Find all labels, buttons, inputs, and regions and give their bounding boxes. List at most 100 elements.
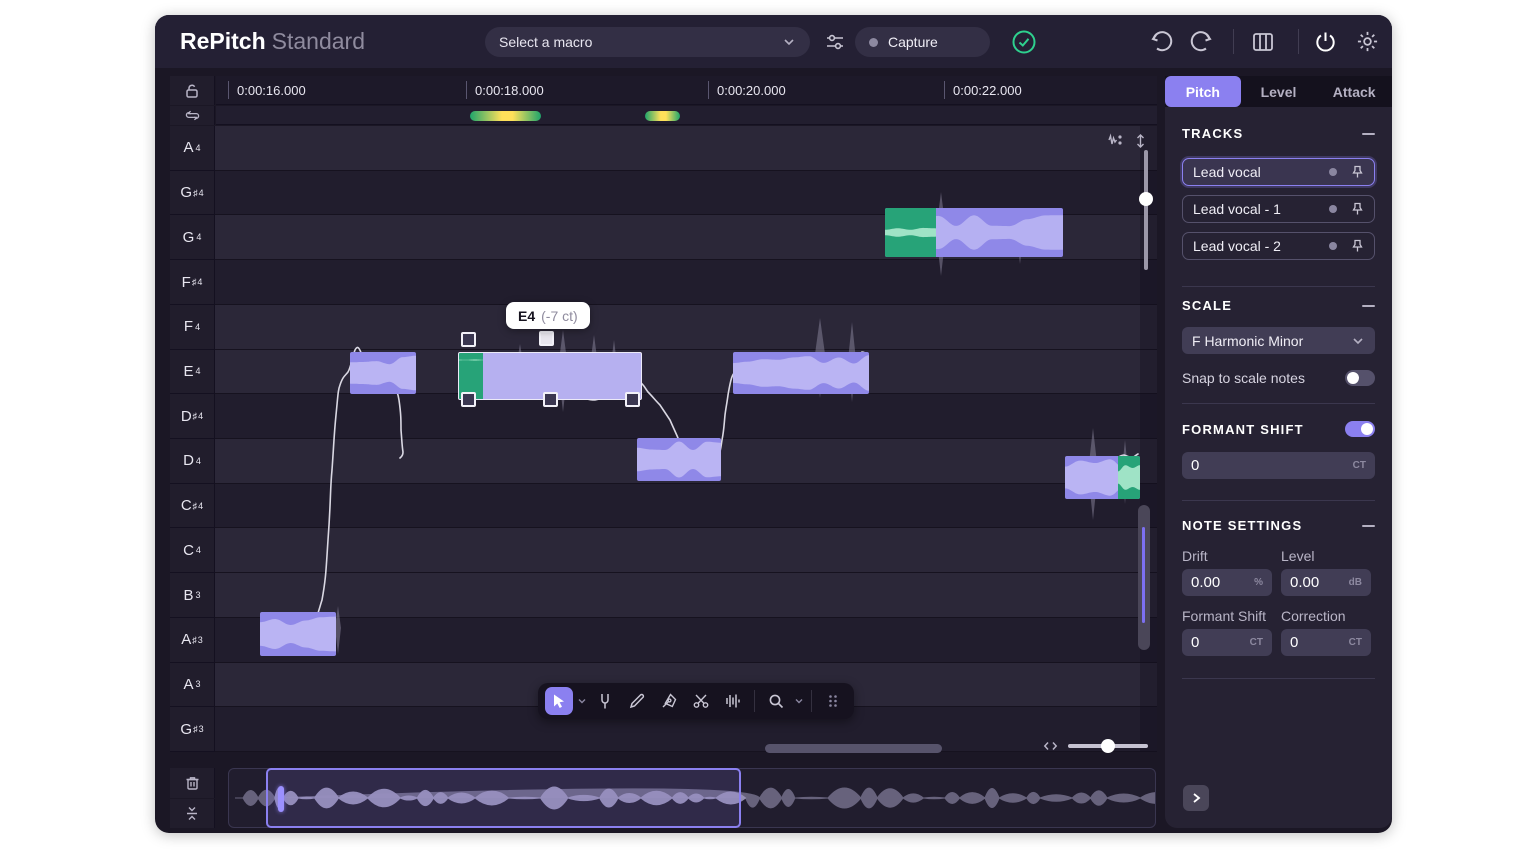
toolbar-drag-handle[interactable] xyxy=(819,687,847,715)
loop-marker[interactable] xyxy=(470,111,541,121)
gear-icon[interactable] xyxy=(1355,29,1380,54)
track-item-lead-vocal-2[interactable]: Lead vocal - 2 xyxy=(1182,232,1375,260)
chevron-down-icon xyxy=(1351,334,1365,348)
note-blob[interactable] xyxy=(260,612,336,656)
loop-marker[interactable] xyxy=(645,111,680,121)
power-button[interactable] xyxy=(1313,29,1338,54)
edit-toolbar xyxy=(538,683,854,719)
collapse-tracks-button[interactable] xyxy=(1362,133,1375,135)
capture-button[interactable]: Capture xyxy=(855,27,990,57)
time-label: 0:00:18.000 xyxy=(475,81,544,98)
note-blob-transition[interactable] xyxy=(885,208,936,257)
tune-tool-button[interactable] xyxy=(591,687,619,715)
macro-select[interactable]: Select a macro xyxy=(485,27,810,57)
note-formant-shift-input[interactable]: 0 CT xyxy=(1182,629,1272,656)
collapse-note-settings-button[interactable] xyxy=(1362,525,1375,527)
zoom-tool-chevron-icon[interactable] xyxy=(794,696,804,706)
zoom-tool-button[interactable] xyxy=(762,687,790,715)
tab-level[interactable]: Level xyxy=(1241,76,1317,107)
horizontal-scrollbar[interactable] xyxy=(765,744,942,753)
vertical-zoom-knob[interactable] xyxy=(1139,192,1153,206)
time-label: 0:00:22.000 xyxy=(953,81,1022,98)
note-label: C4 xyxy=(170,528,215,573)
grid-right-margin xyxy=(1140,126,1157,752)
lock-button[interactable] xyxy=(170,76,215,105)
delete-button[interactable] xyxy=(170,768,215,798)
note-handle-bottom-middle[interactable] xyxy=(543,392,558,407)
note-label: B3 xyxy=(170,573,215,618)
note-blob[interactable] xyxy=(1065,456,1140,499)
vertical-zoom-slider[interactable] xyxy=(1144,150,1148,270)
scale-select[interactable]: F Harmonic Minor xyxy=(1182,327,1375,354)
note-label: E4 xyxy=(170,350,215,395)
undo-button[interactable] xyxy=(1149,29,1174,54)
audio-overview[interactable] xyxy=(228,768,1156,828)
vertical-zoom-icon[interactable] xyxy=(1133,133,1148,149)
note-settings-section-header: NOTE SETTINGS xyxy=(1182,518,1375,533)
expand-panel-button[interactable] xyxy=(1183,785,1209,811)
note-blob[interactable] xyxy=(885,208,1063,257)
track-item-lead-vocal-1[interactable]: Lead vocal - 1 xyxy=(1182,195,1375,223)
drift-input[interactable]: 0.00 % xyxy=(1182,569,1272,596)
collapse-overview-button[interactable] xyxy=(170,799,215,828)
note-label: C♯4 xyxy=(170,484,215,529)
select-tool-button[interactable] xyxy=(545,687,573,715)
horizontal-zoom-slider[interactable] xyxy=(1068,744,1148,748)
pen-tool-button[interactable] xyxy=(655,687,683,715)
time-label: 0:00:16.000 xyxy=(237,81,306,98)
marker-strip[interactable] xyxy=(216,106,1157,125)
note-handle-bottom-right[interactable] xyxy=(625,392,640,407)
overview-selection[interactable] xyxy=(266,768,741,828)
cut-tool-button[interactable] xyxy=(687,687,715,715)
warp-tool-button[interactable] xyxy=(719,687,747,715)
snap-to-scale-row: Snap to scale notes xyxy=(1182,370,1375,386)
note-label: A♯3 xyxy=(170,618,215,663)
pin-icon[interactable] xyxy=(1351,202,1364,216)
note-label: G♯3 xyxy=(170,707,215,752)
status-check-icon xyxy=(1011,29,1037,55)
note-label: G♯4 xyxy=(170,171,215,216)
tooltip-offset: (-7 ct) xyxy=(541,308,578,324)
pin-icon[interactable] xyxy=(1351,165,1364,179)
note-formant-shift-label: Formant Shift xyxy=(1182,608,1266,624)
horizontal-zoom-knob[interactable] xyxy=(1101,739,1115,753)
snap-to-scale-toggle[interactable] xyxy=(1345,370,1375,386)
formant-shift-toggle[interactable] xyxy=(1345,421,1375,437)
tools-divider xyxy=(754,690,755,712)
pencil-tool-button[interactable] xyxy=(623,687,651,715)
tab-pitch[interactable]: Pitch xyxy=(1165,76,1241,107)
note-blob[interactable] xyxy=(733,352,869,394)
loop-button[interactable] xyxy=(170,106,215,125)
toolbar-divider xyxy=(1298,29,1299,54)
note-blob[interactable] xyxy=(637,438,721,481)
capture-status-dot xyxy=(869,38,878,47)
note-blob-transition[interactable] xyxy=(1118,456,1140,499)
right-sidebar: Pitch Level Attack TRACKS Lead vocal Lea… xyxy=(1165,76,1392,828)
time-label: 0:00:20.000 xyxy=(717,81,786,98)
correction-input[interactable]: 0 CT xyxy=(1281,629,1371,656)
note-label: D♯4 xyxy=(170,394,215,439)
collapse-scale-button[interactable] xyxy=(1362,305,1375,307)
redo-button[interactable] xyxy=(1189,29,1214,54)
section-divider xyxy=(1182,403,1375,404)
vertical-scrollbar[interactable] xyxy=(1138,505,1150,650)
track-status-dot xyxy=(1329,205,1337,213)
overview-selection-handle[interactable] xyxy=(278,786,284,812)
formant-shift-input[interactable]: 0 CT xyxy=(1182,452,1375,479)
note-handle-top-middle[interactable] xyxy=(539,331,554,346)
capture-label: Capture xyxy=(888,34,938,50)
tools-divider xyxy=(811,690,812,712)
layout-columns-button[interactable] xyxy=(1250,29,1276,55)
note-label: F4 xyxy=(170,305,215,350)
select-tool-chevron-icon[interactable] xyxy=(577,696,587,706)
note-handle-top-left[interactable] xyxy=(461,332,476,347)
note-blob[interactable] xyxy=(350,352,416,394)
level-input[interactable]: 0.00 dB xyxy=(1281,569,1371,596)
macro-settings-icon[interactable] xyxy=(821,28,849,56)
waveform-display-icon[interactable] xyxy=(1107,133,1124,149)
time-ruler[interactable]: 0:00:16.000 0:00:18.000 0:00:20.000 0:00… xyxy=(216,76,1157,105)
tab-attack[interactable]: Attack xyxy=(1316,76,1392,107)
pin-icon[interactable] xyxy=(1351,239,1364,253)
note-handle-bottom-left[interactable] xyxy=(461,392,476,407)
track-item-lead-vocal[interactable]: Lead vocal xyxy=(1182,158,1375,186)
